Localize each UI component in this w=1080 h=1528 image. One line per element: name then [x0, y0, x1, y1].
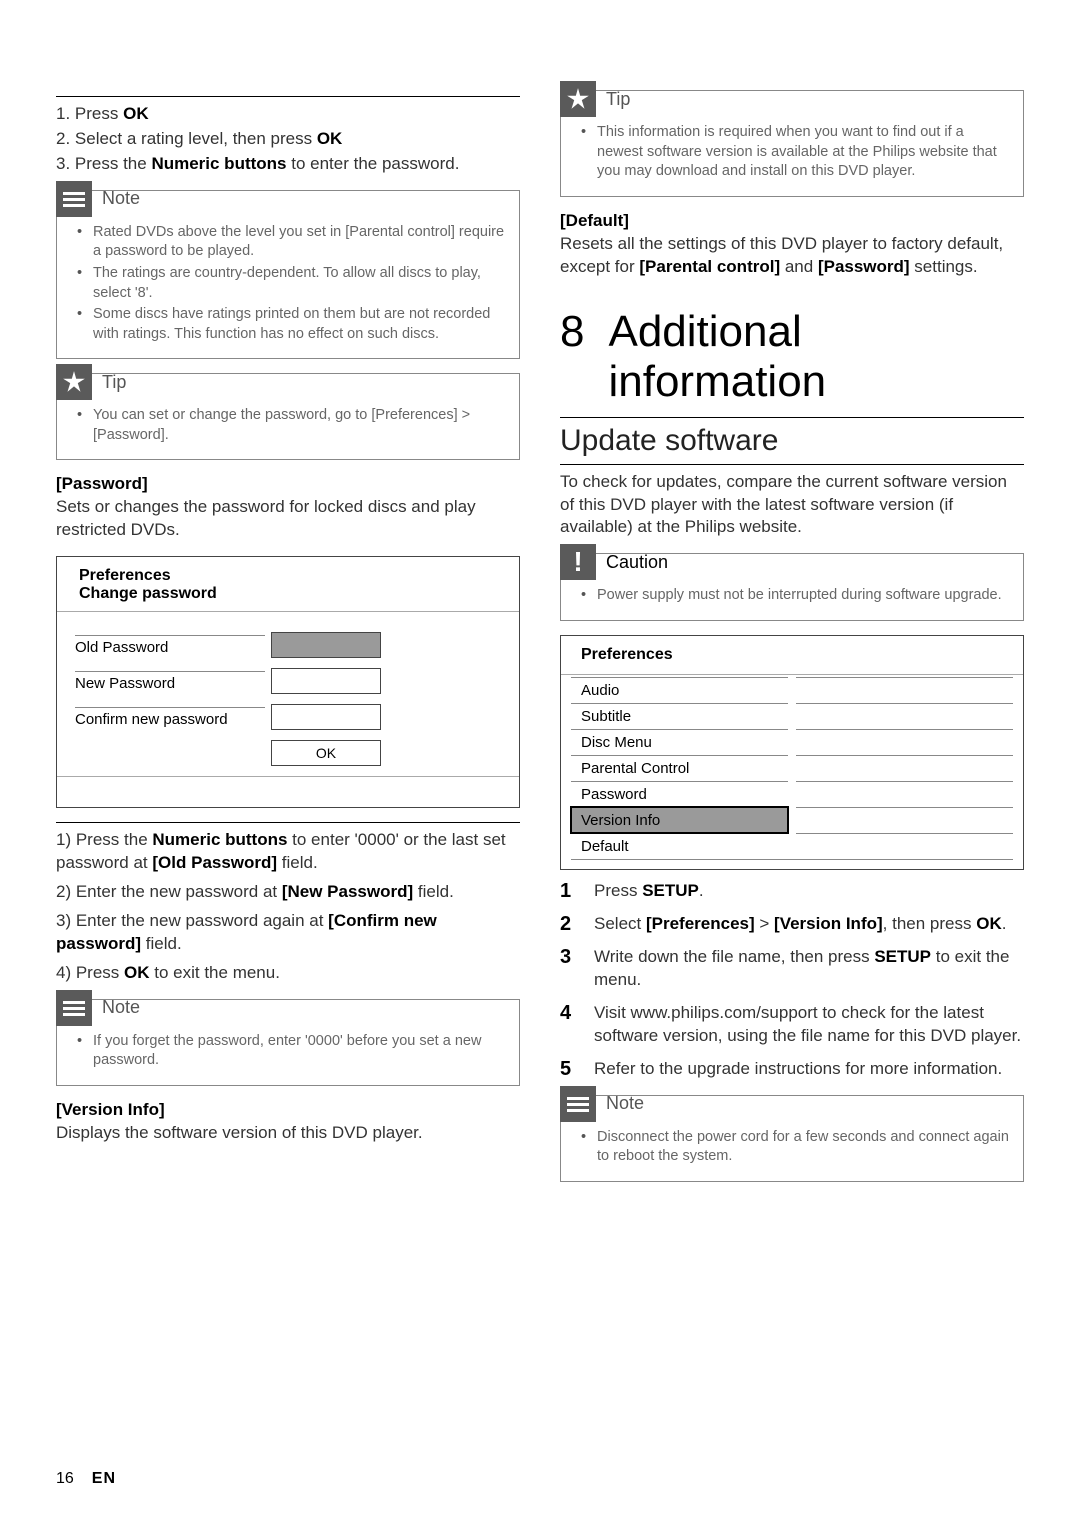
step-item: Select [Preferences] > [Version Info], t…	[560, 913, 1024, 936]
note-icon	[56, 990, 92, 1026]
tip-header: Tip	[56, 364, 518, 400]
password-desc: Sets or changes the password for locked …	[56, 496, 520, 542]
prefs-row-disc-menu[interactable]: Disc Menu	[561, 729, 1023, 755]
tip-item: You can set or change the password, go t…	[81, 406, 505, 445]
prefs-row-audio[interactable]: Audio	[561, 677, 1023, 703]
chapter-number: 8	[560, 307, 584, 357]
tip-item: This information is required when you wa…	[585, 123, 1009, 182]
note-list: Disconnect the power cord for a few seco…	[561, 1128, 1023, 1181]
note-list: Rated DVDs above the level you set in [P…	[57, 223, 519, 358]
step-item: Visit www.philips.com/support to check f…	[560, 1002, 1024, 1048]
note-header: Note	[560, 1086, 1022, 1122]
note-title: Note	[102, 188, 140, 209]
chapter-heading: 8 Additional information	[560, 307, 1024, 407]
step-2: 2. Select a rating level, then press OK	[56, 128, 520, 151]
rule	[560, 417, 1024, 418]
caution-list: Power supply must not be interrupted dur…	[561, 586, 1023, 620]
rule	[560, 464, 1024, 465]
caution-title: Caution	[606, 552, 668, 573]
note-header: Note	[56, 181, 518, 217]
prefs-row-password[interactable]: Password	[561, 781, 1023, 807]
version-info-heading: [Version Info]	[56, 1100, 520, 1120]
screen-body: Old Password New Password Confirm new pa…	[57, 611, 519, 777]
tip-icon	[56, 364, 92, 400]
section-heading: Update software	[560, 424, 1024, 458]
screen-header: Preferences Change password	[57, 557, 519, 611]
prefs-body: Audio Subtitle Disc Menu Parental Contro…	[561, 675, 1023, 869]
note-icon	[560, 1086, 596, 1122]
new-password-row: New Password	[75, 668, 501, 694]
step-3: 3. Press the Numeric buttons to enter th…	[56, 153, 520, 176]
note-item: If you forget the password, enter '0000'…	[81, 1032, 505, 1071]
password-heading: [Password]	[56, 474, 520, 494]
screen-title: Preferences	[79, 567, 497, 585]
caution-icon: !	[560, 544, 596, 580]
step-item: Press SETUP.	[560, 880, 1024, 903]
preferences-screen: Preferences Audio Subtitle Disc Menu Par…	[560, 635, 1024, 870]
tip-header: Tip	[560, 81, 1022, 117]
pw-step-2: 2) Enter the new password at [New Passwo…	[56, 881, 520, 904]
confirm-password-row: Confirm new password	[75, 704, 501, 730]
prefs-row-default[interactable]: Default	[561, 833, 1023, 859]
tip-list: This information is required when you wa…	[561, 123, 1023, 196]
caution-header: ! Caution	[560, 544, 1022, 580]
rule	[56, 822, 520, 823]
press-ok-steps: 1. Press OK 2. Select a rating level, th…	[56, 103, 520, 176]
page-content: 1. Press OK 2. Select a rating level, th…	[0, 0, 1080, 1236]
step-item: Refer to the upgrade instructions for mo…	[560, 1058, 1024, 1081]
version-info-desc: Displays the software version of this DV…	[56, 1122, 520, 1145]
page-footer: 16 EN	[56, 1470, 116, 1488]
confirm-password-label: Confirm new password	[75, 707, 265, 728]
update-steps: Press SETUP. Select [Preferences] > [Ver…	[560, 880, 1024, 1081]
tip-title: Tip	[102, 372, 126, 393]
tip-title: Tip	[606, 89, 630, 110]
note-item: Disconnect the power cord for a few seco…	[585, 1128, 1009, 1167]
prefs-row-parental[interactable]: Parental Control	[561, 755, 1023, 781]
note-item: Rated DVDs above the level you set in [P…	[81, 223, 505, 262]
confirm-password-field[interactable]	[271, 704, 381, 730]
pw-step-4: 4) Press OK to exit the menu.	[56, 962, 520, 985]
note-title: Note	[102, 997, 140, 1018]
ok-button[interactable]: OK	[271, 740, 381, 766]
new-password-field[interactable]	[271, 668, 381, 694]
caution-item: Power supply must not be interrupted dur…	[585, 586, 1009, 606]
step-item: Write down the file name, then press SET…	[560, 946, 1024, 992]
note-header: Note	[56, 990, 518, 1026]
tip-box-2: Tip This information is required when yo…	[560, 90, 1024, 197]
default-desc: Resets all the settings of this DVD play…	[560, 233, 1024, 279]
note-item: Some discs have ratings printed on them …	[81, 305, 505, 344]
old-password-field[interactable]	[271, 632, 381, 658]
note-title: Note	[606, 1093, 644, 1114]
old-password-row: Old Password	[75, 632, 501, 658]
page-lang: EN	[92, 1470, 116, 1488]
note-box-2: Note If you forget the password, enter '…	[56, 999, 520, 1086]
screen-subtitle: Change password	[79, 585, 497, 603]
right-column: Tip This information is required when yo…	[560, 90, 1024, 1196]
note-item: The ratings are country-dependent. To al…	[81, 264, 505, 303]
default-heading: [Default]	[560, 211, 1024, 231]
change-password-screen: Preferences Change password Old Password…	[56, 556, 520, 808]
note-list: If you forget the password, enter '0000'…	[57, 1032, 519, 1085]
tip-box-1: Tip You can set or change the password, …	[56, 373, 520, 460]
step-1: 1. Press OK	[56, 103, 520, 126]
tip-icon	[560, 81, 596, 117]
left-column: 1. Press OK 2. Select a rating level, th…	[56, 90, 520, 1196]
chapter-title: Additional information	[608, 307, 1024, 407]
prefs-row-subtitle[interactable]: Subtitle	[561, 703, 1023, 729]
caution-box: ! Caution Power supply must not be inter…	[560, 553, 1024, 621]
note-box-3: Note Disconnect the power cord for a few…	[560, 1095, 1024, 1182]
prefs-row-version-info[interactable]: Version Info	[561, 807, 1023, 833]
pw-step-3: 3) Enter the new password again at [Conf…	[56, 910, 520, 956]
pw-step-1: 1) Press the Numeric buttons to enter '0…	[56, 829, 520, 875]
old-password-label: Old Password	[75, 635, 265, 656]
update-desc: To check for updates, compare the curren…	[560, 471, 1024, 540]
screen-footer	[57, 777, 519, 807]
note-icon	[56, 181, 92, 217]
tip-list: You can set or change the password, go t…	[57, 406, 519, 459]
prefs-title: Preferences	[561, 636, 1023, 675]
page-number: 16	[56, 1470, 74, 1488]
new-password-label: New Password	[75, 671, 265, 692]
rule	[56, 96, 520, 97]
note-box-1: Note Rated DVDs above the level you set …	[56, 190, 520, 359]
